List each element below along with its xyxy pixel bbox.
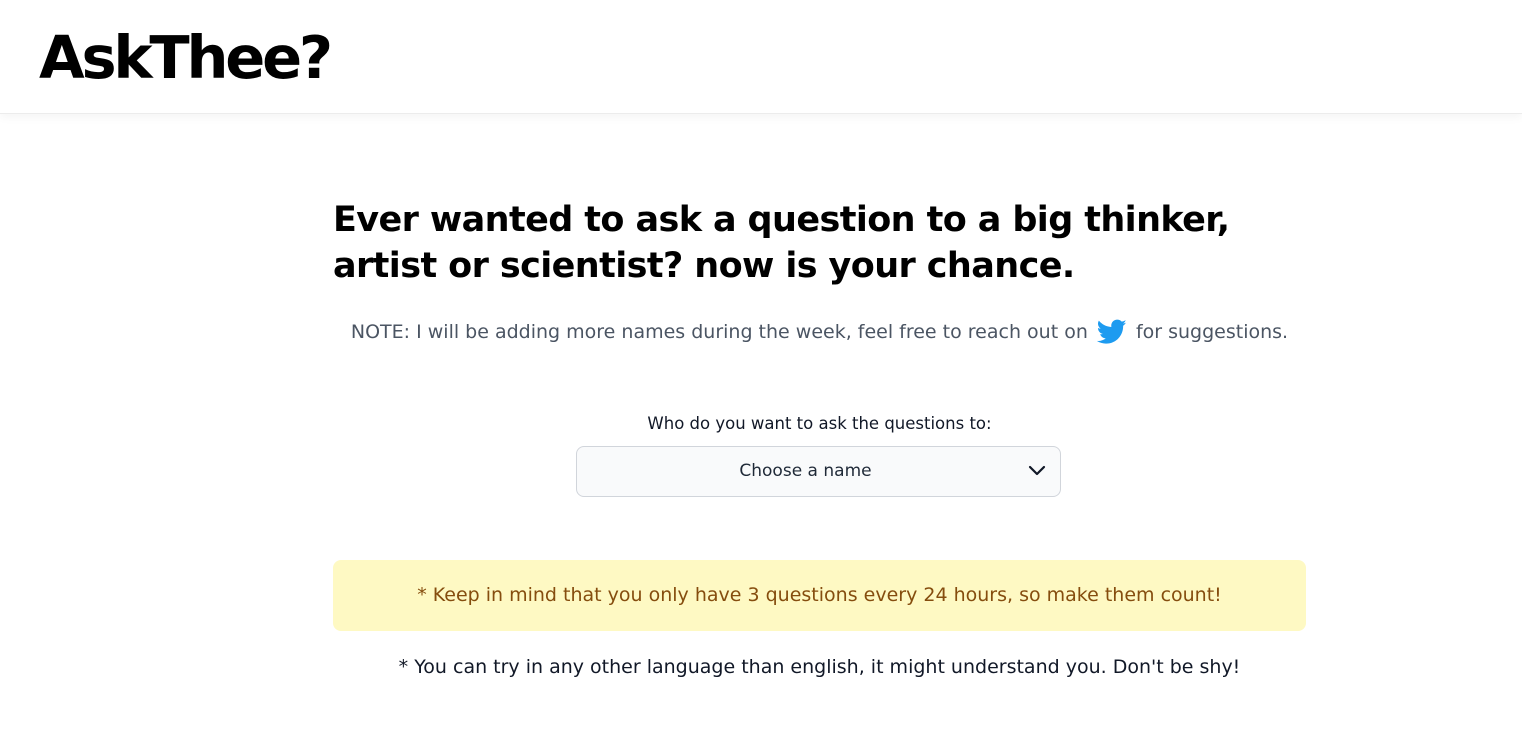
name-select-value: Choose a name: [739, 461, 872, 481]
note-text: NOTE: I will be adding more names during…: [333, 318, 1306, 346]
twitter-icon[interactable]: [1096, 319, 1127, 345]
name-select[interactable]: Choose a name: [576, 446, 1061, 497]
language-tip: * You can try in any other language than…: [398, 656, 1241, 678]
twitter-bird-svg: [1096, 319, 1127, 344]
site-logo[interactable]: AskThee?: [39, 22, 333, 94]
question-limit-alert: * Keep in mind that you only have 3 ques…: [333, 560, 1306, 631]
chevron-down-icon: [1028, 465, 1046, 476]
site-header: AskThee?: [0, 0, 1522, 114]
note-text-after: for suggestions.: [1135, 321, 1289, 343]
note-text-before: NOTE: I will be adding more names during…: [350, 321, 1088, 343]
name-select-label: Who do you want to ask the questions to:: [647, 414, 992, 433]
page-headline: Ever wanted to ask a question to a big t…: [333, 200, 1230, 286]
main-content: Ever wanted to ask a question to a big t…: [333, 113, 1306, 732]
